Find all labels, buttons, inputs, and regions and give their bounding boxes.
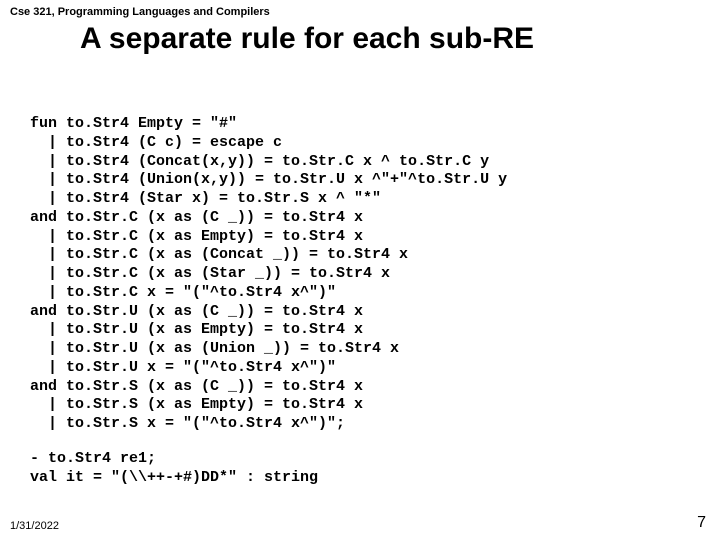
slide-date: 1/31/2022 <box>10 520 59 532</box>
slide-title: A separate rule for each sub-RE <box>0 22 720 56</box>
page-number: 7 <box>697 514 706 532</box>
course-label: Cse 321, Programming Languages and Compi… <box>10 6 270 18</box>
footer-code-block: - to.Str4 re1; val it = "(\\++-+#)DD*" :… <box>30 450 318 488</box>
slide: Cse 321, Programming Languages and Compi… <box>0 0 720 540</box>
code-block: fun to.Str4 Empty = "#" | to.Str4 (C c) … <box>30 115 507 434</box>
